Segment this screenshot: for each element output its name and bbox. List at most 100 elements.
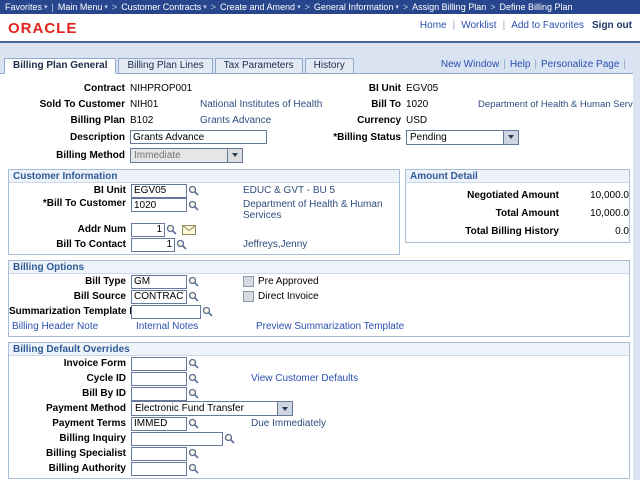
breadcrumb-define-billing-plan[interactable]: Define Billing Plan [499,2,572,12]
breadcrumb-main-menu[interactable]: Main Menu▾ [58,2,108,12]
invoice-form-label: Invoice Form [9,358,131,369]
ci-bill-to-contact-desc: Jeffreys,Jenny [243,239,307,250]
summary-row-description: Description *Billing Status Pending [0,128,633,146]
chevron-down-icon: ▾ [44,3,48,11]
breadcrumb-general-information[interactable]: General Information▾ [314,2,399,12]
payment-terms-input[interactable] [131,417,187,431]
page-action-separator: | [503,59,506,70]
bill-type-input[interactable] [131,275,187,289]
invoice-form-input[interactable] [131,357,187,371]
total-billing-history-value: 0.0 [567,226,629,237]
amount-detail-groupbox: Amount Detail Negotiated Amount 10,000.0… [405,169,630,243]
page-action-separator: | [623,59,626,70]
personalize-page-link[interactable]: Personalize Page [541,59,619,70]
billing-authority-input[interactable] [131,462,187,476]
ci-bill-to-customer-input[interactable] [131,198,187,212]
customer-information-title: Customer Information [9,170,399,183]
tab-history[interactable]: History [305,58,354,74]
bdo-row-payment-terms: Payment Terms Due Immediately [9,416,629,431]
bill-source-input[interactable] [131,290,187,304]
summary-row-contract: Contract NIHPROP001 BI Unit EGV05 [0,80,633,96]
billing-inquiry-input[interactable] [131,432,223,446]
summarization-template-input[interactable] [131,305,201,319]
add-to-favorites-link[interactable]: Add to Favorites [511,20,584,31]
lookup-icon[interactable] [188,185,199,196]
payment-method-label: Payment Method [9,403,131,414]
ci-bill-to-contact-input[interactable] [131,238,175,252]
breadcrumb: Favorites▾ | Main Menu▾ > Customer Contr… [0,0,640,14]
bill-by-id-input[interactable] [131,387,187,401]
bdo-row-cycle-id: Cycle ID View Customer Defaults [9,371,629,386]
lookup-icon[interactable] [188,291,199,302]
billing-options-row-bill-source: Bill Source Direct Invoice [9,289,629,304]
ci-addr-num-input[interactable] [131,223,165,237]
lookup-icon[interactable] [188,276,199,287]
ci-bi-unit-input[interactable] [131,184,187,198]
tab-billing-plan-general[interactable]: Billing Plan General [4,58,116,74]
lookup-icon[interactable] [188,448,199,459]
top-link-separator: | [503,20,506,31]
direct-invoice-label: Direct Invoice [258,291,319,302]
view-customer-defaults-link[interactable]: View Customer Defaults [251,373,358,384]
lookup-icon[interactable] [188,358,199,369]
tab-billing-plan-lines[interactable]: Billing Plan Lines [118,58,212,74]
direct-invoice-checkbox[interactable] [243,291,254,302]
chevron-down-icon[interactable] [277,402,292,415]
lookup-icon[interactable] [188,200,199,211]
amount-row-total: Total Amount 10,000.0 [406,204,629,222]
total-amount-label: Total Amount [406,208,567,219]
internal-notes-link[interactable]: Internal Notes [136,321,198,332]
breadcrumb-favorites[interactable]: Favorites▾ [5,2,48,12]
main-panel: Contract NIHPROP001 BI Unit EGV05 Sold T… [0,73,633,480]
negotiated-amount-value: 10,000.0 [567,190,629,201]
preview-summarization-template-link[interactable]: Preview Summarization Template [256,321,404,332]
chevron-down-icon: ▾ [395,3,399,11]
payment-terms-label: Payment Terms [9,418,131,429]
pre-approved-checkbox[interactable] [243,276,254,287]
billing-default-overrides-groupbox: Billing Default Overrides Invoice Form C… [8,342,630,479]
pre-approved-label: Pre Approved [258,276,319,287]
lookup-icon[interactable] [188,388,199,399]
breadcrumb-assign-billing-plan[interactable]: Assign Billing Plan [412,2,486,12]
info-boxes-row: Customer Information BI Unit EDUC & GVT … [8,169,630,255]
breadcrumb-customer-contracts[interactable]: Customer Contracts▾ [121,2,207,12]
lookup-icon[interactable] [176,239,187,250]
contract-label: Contract [0,83,130,94]
new-window-link[interactable]: New Window [441,59,499,70]
envelope-icon[interactable] [182,225,196,235]
ci-bi-unit-label: BI Unit [9,185,131,196]
help-link[interactable]: Help [510,59,531,70]
billing-specialist-input[interactable] [131,447,187,461]
billing-header-note-link[interactable]: Billing Header Note [12,321,98,332]
sign-out-link[interactable]: Sign out [592,20,632,31]
customer-info-row-addr-num: Addr Num [9,222,399,237]
billing-plan-value: B102 [130,115,200,126]
chevron-down-icon[interactable] [503,131,518,144]
cycle-id-input[interactable] [131,372,187,386]
worklist-link[interactable]: Worklist [461,20,496,31]
lookup-icon[interactable] [224,433,235,444]
bill-to-name: Department of Health & Human Services [478,99,633,110]
home-link[interactable]: Home [420,20,447,31]
breadcrumb-create-and-amend[interactable]: Create and Amend▾ [220,2,301,12]
lookup-icon[interactable] [202,306,213,317]
cycle-id-label: Cycle ID [9,373,131,384]
billing-specialist-label: Billing Specialist [9,448,131,459]
top-links: Home|Worklist|Add to FavoritesSign out [420,20,632,31]
summary-row-sold-to: Sold To Customer NIH01 National Institut… [0,96,633,112]
description-input[interactable] [130,130,267,144]
bill-type-label: Bill Type [9,276,131,287]
billing-options-row-summarization: Summarization Template ID [9,304,629,319]
bdo-row-payment-method: Payment Method Electronic Fund Transfer [9,401,629,416]
contract-value: NIHPROP001 [130,83,200,94]
lookup-icon[interactable] [188,463,199,474]
bdo-row-billing-inquiry: Billing Inquiry [9,431,629,446]
page-actions: New Window|Help|Personalize Page| [441,59,630,70]
ci-bill-to-customer-label: *Bill To Customer [9,198,131,209]
lookup-icon[interactable] [188,373,199,384]
payment-method-select[interactable]: Electronic Fund Transfer [131,401,293,416]
tab-tax-parameters[interactable]: Tax Parameters [215,58,303,74]
lookup-icon[interactable] [166,224,177,235]
lookup-icon[interactable] [188,418,199,429]
billing-status-select[interactable]: Pending [406,130,519,145]
